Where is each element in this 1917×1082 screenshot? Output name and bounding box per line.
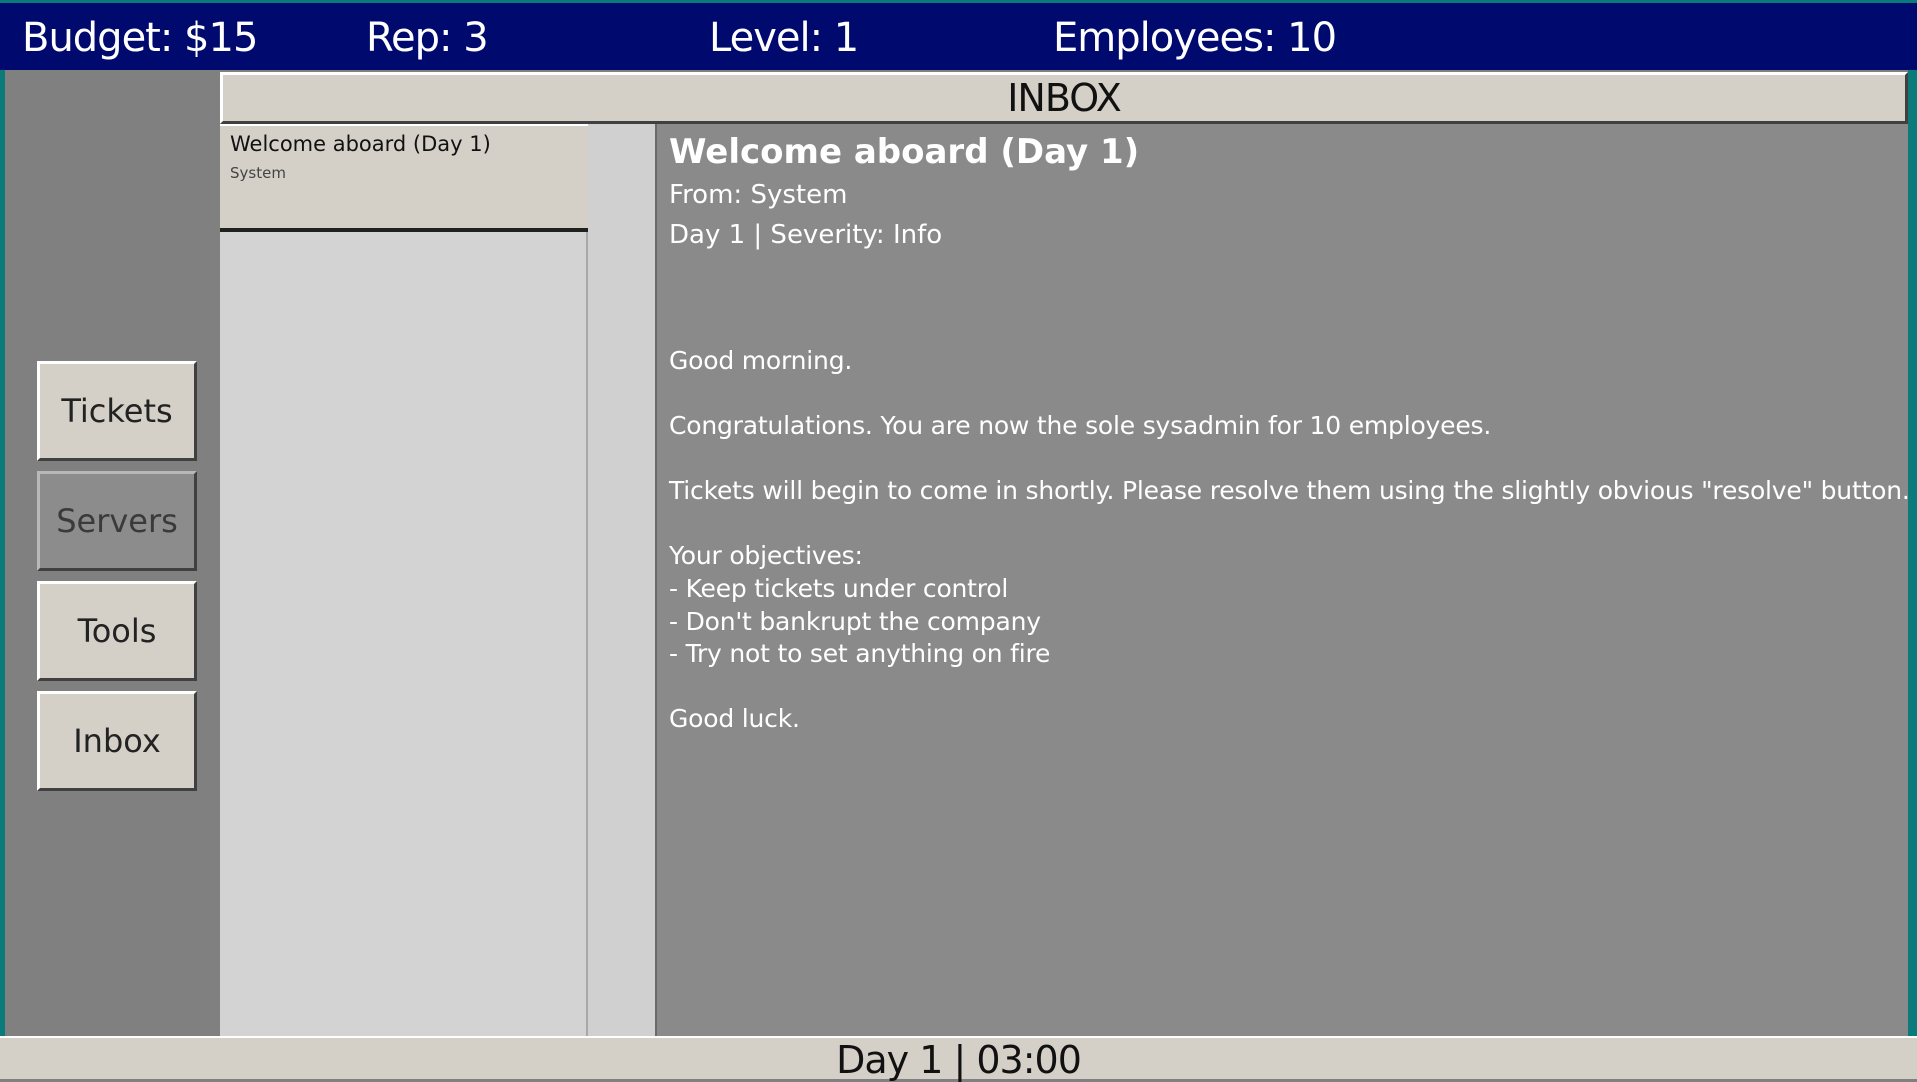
budget-stat: Budget: $15 xyxy=(22,15,258,61)
message-sender: System xyxy=(230,164,286,182)
viewer-subject: Welcome aboard (Day 1) xyxy=(669,132,1140,172)
list-divider xyxy=(588,124,655,1036)
message-viewer: Welcome aboard (Day 1) From: System Day … xyxy=(655,124,1910,1036)
servers-button[interactable]: Servers xyxy=(37,471,197,571)
level-stat: Level: 1 xyxy=(709,15,859,61)
tickets-button[interactable]: Tickets xyxy=(37,361,197,461)
message-subject: Welcome aboard (Day 1) xyxy=(230,132,491,156)
body-objective-item: - Keep tickets under control xyxy=(669,574,1009,603)
body-objective-item: - Try not to set anything on fire xyxy=(669,639,1051,668)
employees-stat: Employees: 10 xyxy=(1053,15,1337,61)
viewer-from: From: System xyxy=(669,180,848,210)
stats-bar: Budget: $15 Rep: 3 Level: 1 Employees: 1… xyxy=(0,0,1917,70)
body-tickets-info: Tickets will begin to come in shortly. P… xyxy=(669,476,1910,505)
window-edge xyxy=(1908,70,1917,1036)
message-list: Welcome aboard (Day 1) System xyxy=(220,124,588,1036)
inbox-button[interactable]: Inbox xyxy=(37,691,197,791)
sidebar-nav: Tickets Servers Tools Inbox xyxy=(0,70,220,1036)
inbox-title: INBOX xyxy=(220,72,1908,124)
day-clock-status: Day 1 | 03:00 xyxy=(0,1036,1917,1082)
body-objectives-heading: Your objectives: xyxy=(669,541,863,570)
message-list-item[interactable]: Welcome aboard (Day 1) System xyxy=(220,124,588,232)
body-greeting: Good morning. xyxy=(669,346,853,375)
reputation-stat: Rep: 3 xyxy=(366,15,489,61)
body-congrats: Congratulations. You are now the sole sy… xyxy=(669,411,1492,440)
viewer-day-severity: Day 1 | Severity: Info xyxy=(669,220,943,250)
tools-button[interactable]: Tools xyxy=(37,581,197,681)
body-objective-item: - Don't bankrupt the company xyxy=(669,607,1041,636)
body-signoff: Good luck. xyxy=(669,704,800,733)
